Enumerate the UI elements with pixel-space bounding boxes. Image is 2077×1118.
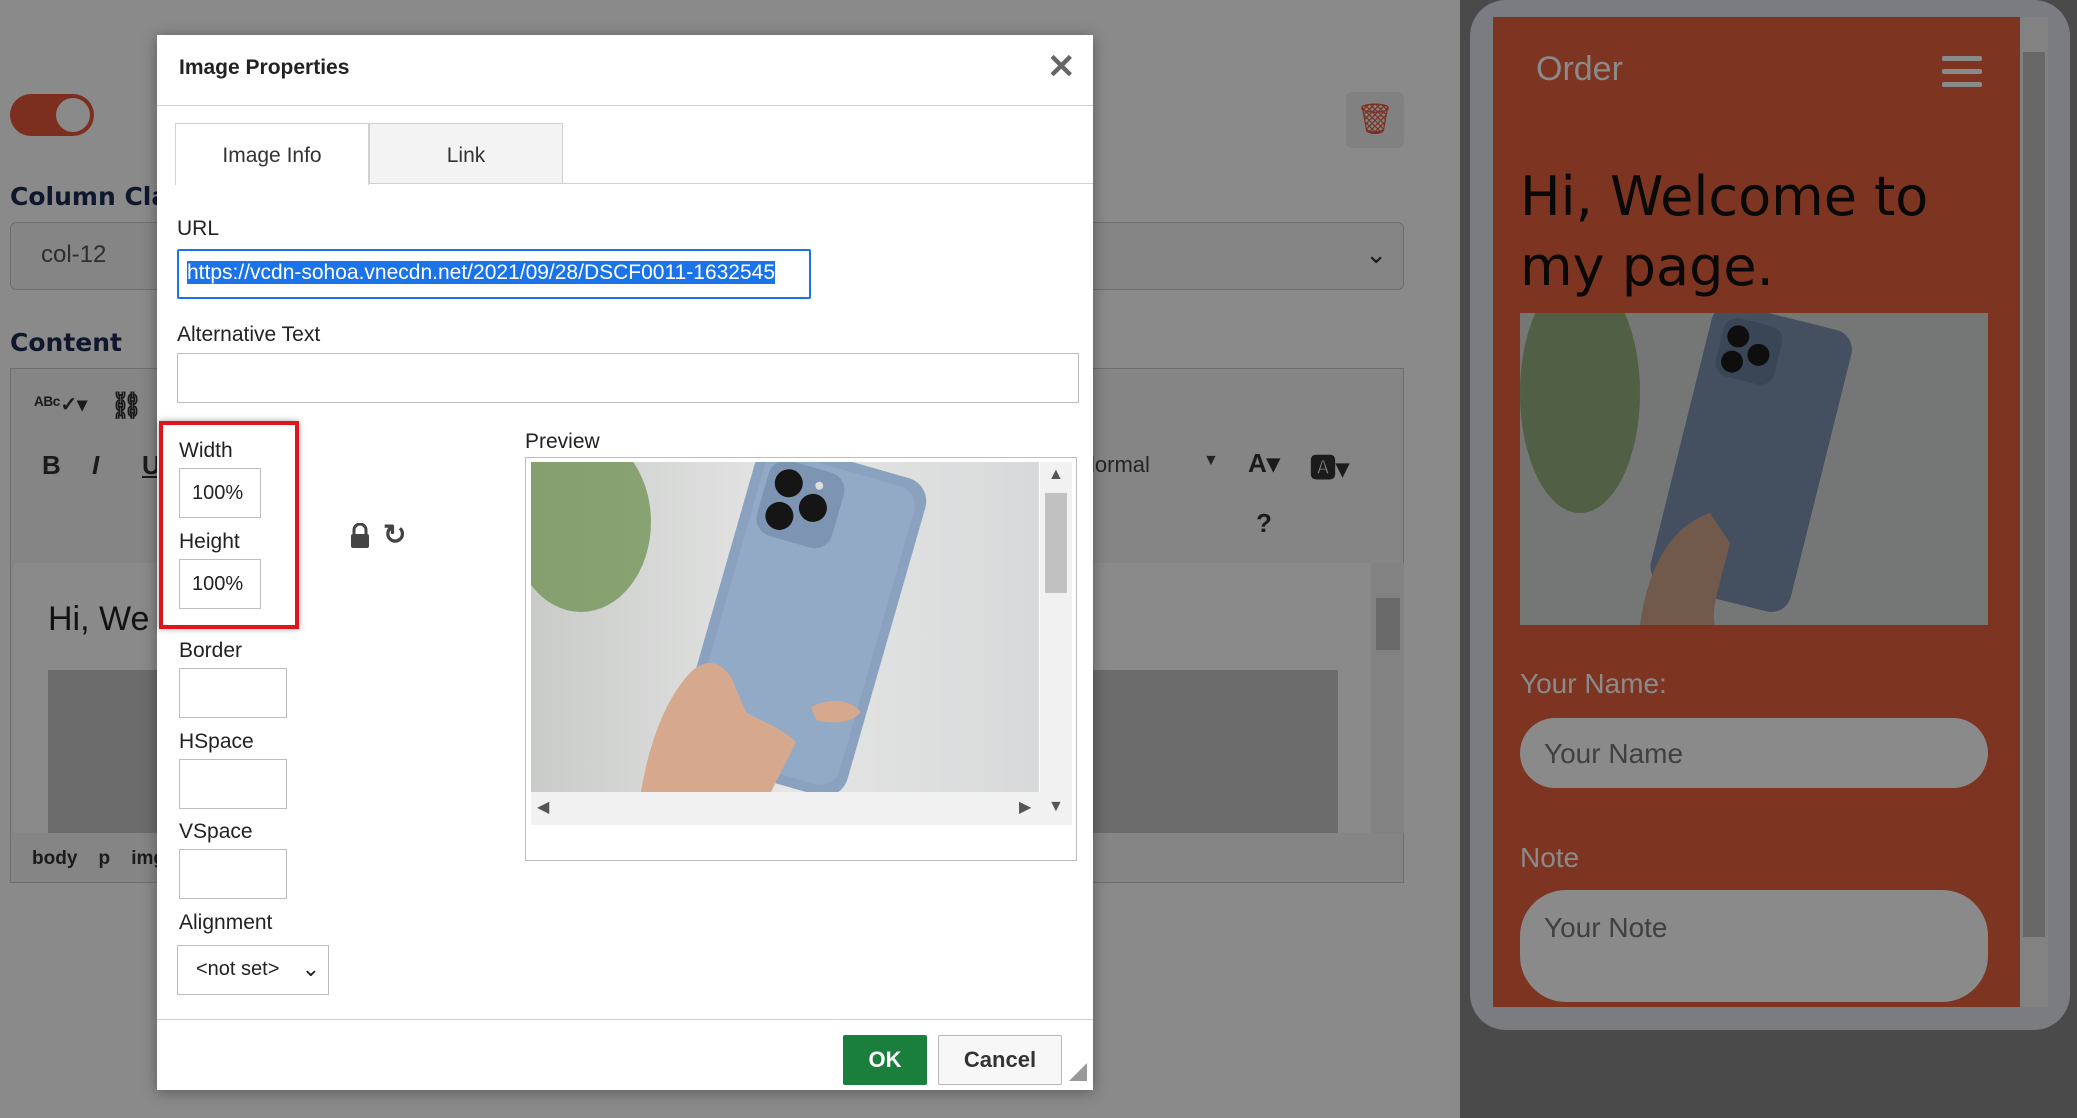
alignment-select[interactable]: <not set> ⌄ bbox=[177, 945, 329, 995]
header-divider bbox=[157, 105, 1093, 106]
scroll-up-icon[interactable]: ▲ bbox=[1048, 467, 1064, 483]
width-label: Width bbox=[179, 439, 233, 462]
scroll-right-icon[interactable]: ▶ bbox=[1019, 800, 1031, 816]
footer-divider bbox=[157, 1019, 1093, 1020]
border-label: Border bbox=[179, 639, 243, 662]
alt-text-input[interactable] bbox=[177, 353, 1079, 403]
scroll-left-icon[interactable]: ◀ bbox=[537, 800, 549, 816]
preview-image bbox=[531, 462, 1039, 792]
vspace-label: VSpace bbox=[179, 820, 253, 843]
tab-image-info[interactable]: Image Info bbox=[175, 123, 369, 185]
cancel-button[interactable]: Cancel bbox=[938, 1035, 1062, 1085]
tab-link[interactable]: Link bbox=[369, 123, 563, 183]
width-input[interactable]: 100% bbox=[179, 468, 261, 518]
close-icon[interactable]: ✕ bbox=[1047, 50, 1076, 84]
preview-label: Preview bbox=[525, 430, 600, 453]
alt-text-label: Alternative Text bbox=[177, 323, 321, 346]
height-input[interactable]: 100% bbox=[179, 559, 261, 609]
url-label: URL bbox=[177, 217, 220, 240]
image-properties-dialog: Image Properties ✕ Image Info Link URL h… bbox=[157, 35, 1093, 1090]
scroll-down-icon[interactable]: ▼ bbox=[1048, 799, 1064, 815]
url-value: https://vcdn-sohoa.vnecdn.net/2021/09/28… bbox=[187, 261, 776, 284]
tab-image-info-label: Image Info bbox=[222, 144, 322, 167]
alignment-value: <not set> bbox=[196, 958, 280, 980]
resize-grip-icon[interactable] bbox=[1069, 1063, 1087, 1081]
hspace-label: HSpace bbox=[179, 730, 254, 753]
url-input[interactable]: https://vcdn-sohoa.vnecdn.net/2021/09/28… bbox=[177, 249, 811, 299]
chevron-down-icon: ⌄ bbox=[301, 956, 320, 981]
height-label: Height bbox=[179, 530, 240, 553]
hspace-input[interactable] bbox=[179, 759, 287, 809]
alignment-label: Alignment bbox=[179, 911, 273, 934]
lock-icon[interactable] bbox=[349, 523, 371, 549]
preview-horizontal-scrollbar[interactable] bbox=[531, 792, 1040, 825]
ok-button[interactable]: OK bbox=[843, 1035, 927, 1085]
border-input[interactable] bbox=[179, 668, 287, 718]
dialog-title: Image Properties bbox=[179, 56, 350, 79]
tab-link-label: Link bbox=[446, 144, 486, 167]
vspace-input[interactable] bbox=[179, 849, 287, 899]
preview-scroll-thumb[interactable] bbox=[1045, 493, 1067, 593]
reset-size-icon[interactable]: ↻ bbox=[383, 521, 406, 549]
